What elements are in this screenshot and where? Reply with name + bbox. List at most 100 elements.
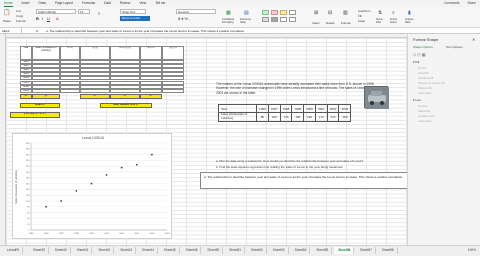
table-cell[interactable]	[110, 88, 140, 93]
sheet-tab[interactable]: Sheet56	[335, 247, 355, 254]
line-header[interactable]: ▾ Line	[413, 98, 421, 102]
fill-option[interactable]: Gradient fill	[418, 76, 433, 80]
menu-tab-page-layout[interactable]: Page Layout	[55, 0, 73, 7]
table-header[interactable]: (y–ȳ)^2	[162, 46, 184, 60]
style-check[interactable]	[271, 17, 278, 22]
least-squares-label[interactable]: Least Squares Line ŷ =	[100, 103, 152, 108]
font-color-icon[interactable]: A	[56, 16, 59, 21]
table-header[interactable]: (x–x̄)^2	[140, 46, 162, 60]
fill-option[interactable]: Solid fill	[418, 71, 428, 75]
tab-text-options[interactable]: Text Options	[446, 45, 463, 49]
sheet-tab[interactable]: Sheet57	[357, 247, 376, 254]
conditional-formatting-button[interactable]: Conditional Formatting	[222, 18, 238, 24]
line-option[interactable]: Automatic	[418, 119, 431, 123]
sheet-tab[interactable]: LinealFit	[4, 247, 24, 254]
find-select-button[interactable]: Find & Select	[390, 18, 402, 24]
menu-tab-home[interactable]: Home	[4, 0, 13, 7]
scatter-chart[interactable]: Lexus LX5016 Sales (thousands of vehicle…	[12, 133, 172, 239]
font-size-select[interactable]: 12	[78, 9, 90, 14]
sheet-tab[interactable]: Sheet53	[270, 247, 289, 254]
sheet-tab[interactable]: Sheet55	[313, 247, 333, 254]
italic-icon[interactable]: I	[42, 16, 43, 21]
menu-tab-insert[interactable]: Insert	[22, 0, 30, 7]
fill-option[interactable]: Automatic	[418, 91, 431, 95]
sum-cell[interactable]: Σ=	[110, 94, 140, 99]
fill-line-icon[interactable]: ◇ ⬠ ▦	[413, 52, 426, 57]
delete-button[interactable]: Delete	[326, 21, 335, 25]
zoom-level[interactable]: 100%	[468, 247, 476, 254]
line-option[interactable]: No line	[418, 104, 427, 108]
table-cell[interactable]	[162, 88, 184, 93]
answer-textbox[interactable]: a. The relationship to describe between …	[200, 172, 407, 189]
format-painter-button[interactable]: Format	[16, 19, 26, 23]
slope-label[interactable]: slope b₁=	[20, 103, 60, 108]
find-select-icon[interactable]: ⌕	[392, 10, 395, 16]
style-normal[interactable]	[289, 10, 296, 15]
font-name-select[interactable]: Calibri (Body)	[36, 9, 76, 14]
sheet-tab[interactable]: Sheet42	[95, 247, 115, 254]
fill-header[interactable]: ▾ Fill	[413, 60, 419, 64]
close-icon[interactable]: ✕	[472, 37, 475, 42]
sheet-tab[interactable]: Sheet50	[204, 247, 224, 254]
wrap-text-button[interactable]: Wrap Text	[120, 9, 146, 14]
sheet-tab[interactable]: Sheet54	[292, 247, 311, 254]
line-option[interactable]: Solid line	[418, 109, 430, 113]
sheet-tab[interactable]: Sheet43	[117, 247, 137, 254]
share-button[interactable]: Share	[467, 0, 476, 7]
menu-tab-draw[interactable]: Draw	[39, 0, 46, 7]
menu-tab-review[interactable]: Review	[120, 0, 130, 7]
menu-tab-data[interactable]: Data	[104, 0, 111, 7]
copy-button[interactable]: Copy	[16, 14, 23, 18]
table-cell[interactable]	[32, 88, 60, 93]
style-bad[interactable]	[271, 10, 278, 15]
fill-button[interactable]: Fill	[358, 14, 362, 18]
style-good[interactable]	[262, 10, 269, 15]
format-cells-button[interactable]: Format	[341, 21, 351, 25]
format-table-icon[interactable]: ▤	[244, 10, 249, 16]
sheet-tab[interactable]: Sheet41	[74, 247, 93, 254]
sum-cell[interactable]: Σ=	[80, 94, 110, 99]
table-cell[interactable]	[80, 88, 110, 93]
table-header[interactable]: (x–x̄)*(y–ȳ)	[110, 46, 140, 60]
insert-icon[interactable]: ⊞	[314, 10, 318, 16]
comments-button[interactable]: Comments	[444, 0, 459, 7]
paste-icon[interactable]: 📋	[3, 9, 10, 16]
table-header[interactable]: Year	[20, 46, 32, 60]
sheet-tab[interactable]: Sheet58	[379, 247, 398, 254]
bold-icon[interactable]: B	[36, 16, 39, 21]
sheet-tab[interactable]: Sheet45	[161, 247, 180, 254]
cut-button[interactable]: Cut	[16, 9, 21, 13]
intercept-label[interactable]: ŷ Int. (b₀)=ȳ – b₁ x̄ =	[10, 112, 60, 118]
sheet-tab[interactable]: Sheet51	[226, 247, 246, 254]
clear-button[interactable]: Clear	[358, 19, 365, 23]
style-explanatory[interactable]	[280, 17, 287, 22]
table-cell[interactable]	[60, 88, 80, 93]
tab-shape-options[interactable]: Shape Options	[413, 45, 433, 49]
mean-y-label[interactable]: ȳ=	[32, 94, 60, 99]
line-option[interactable]: Gradient line	[418, 114, 435, 118]
format-as-table-button[interactable]: Format as Table	[240, 18, 256, 24]
style-neutral[interactable]	[280, 10, 287, 15]
fill-option[interactable]: Pattern fill	[418, 86, 431, 90]
table-cell[interactable]	[140, 88, 162, 93]
sort-filter-button[interactable]: Sort & Filter	[376, 18, 388, 24]
table-header[interactable]: (y–ȳ)	[80, 46, 110, 60]
align-icon[interactable]: ≡	[98, 11, 100, 16]
insert-button[interactable]: Insert	[312, 21, 320, 25]
merge-center-button[interactable]: Merge & Center	[120, 16, 150, 21]
table-year-cell[interactable]: 2003	[20, 88, 32, 93]
table-header[interactable]: Sales (thousands of vehicles)	[32, 46, 60, 60]
menu-tab-tell-me[interactable]: Tell me	[155, 0, 165, 7]
sheet-tab[interactable]: Sheet39	[30, 247, 49, 254]
style-calc[interactable]	[262, 17, 269, 22]
spreadsheet-grid[interactable]: Year Sales (thousands of vehicles) (x–x̄)(…	[0, 34, 407, 245]
fill-option[interactable]: Picture or texture fill	[418, 81, 445, 85]
analyze-data-icon[interactable]: ▮	[408, 10, 411, 16]
sheet-tab[interactable]: Sheet52	[248, 247, 267, 254]
delete-icon[interactable]: ⊟	[328, 10, 332, 16]
menu-tab-view[interactable]: View	[139, 0, 146, 7]
paste-button[interactable]: Paste	[3, 19, 11, 23]
analyze-data-button[interactable]: Analyze Data	[405, 18, 419, 24]
number-format-select[interactable]: General	[176, 9, 216, 14]
sheet-tab[interactable]: Sheet44	[139, 247, 158, 254]
